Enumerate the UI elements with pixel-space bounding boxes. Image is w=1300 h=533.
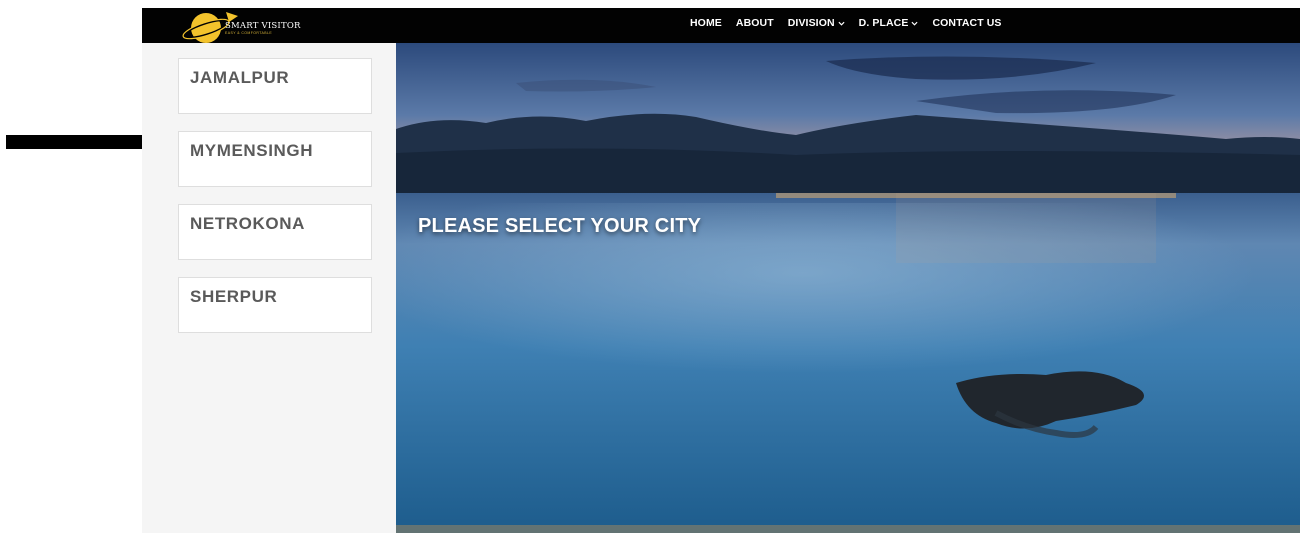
nav-home-label: HOME [690,17,722,29]
nav-d-place[interactable]: D. PLACE [859,17,919,29]
hero-title: PLEASE SELECT YOUR CITY [418,215,702,237]
logo-title: SMART VISITOR [225,21,301,31]
city-card-sherpur[interactable]: SHERPUR [178,277,372,333]
nav-contact-label: CONTACT US [932,17,1002,29]
city-list: JAMALPUR MYMENSINGH NETROKONA SHERPUR [178,58,374,350]
chevron-down-icon [838,21,845,26]
nav-about[interactable]: ABOUT [736,17,774,29]
city-card-mymensingh[interactable]: MYMENSINGH [178,131,372,187]
city-label: SHERPUR [190,287,278,306]
city-label: MYMENSINGH [190,141,314,160]
nav-contact-us[interactable]: CONTACT US [932,17,1001,29]
nav-d-place-label: D. PLACE [858,17,909,29]
nav-home[interactable]: HOME [690,17,722,29]
nav-division-label: DIVISION [787,17,835,29]
top-navbar: SMART VISITOR EASY & COMFORTABLE HOME AB… [142,8,1300,43]
nav-division[interactable]: DIVISION [788,17,845,29]
logo-tagline: EASY & COMFORTABLE [225,31,273,35]
lake-landscape-image [396,43,1300,533]
main-nav: HOME ABOUT DIVISION D. PLACE CONTACT US [690,8,1002,38]
website-frame: SMART VISITOR EASY & COMFORTABLE HOME AB… [142,8,1300,533]
city-label: NETROKONA [190,214,305,233]
hero-banner: PLEASE SELECT YOUR CITY [396,43,1300,533]
site-logo[interactable]: SMART VISITOR EASY & COMFORTABLE [182,10,300,43]
nav-about-label: ABOUT [735,17,774,29]
city-card-netrokona[interactable]: NETROKONA [178,204,372,260]
city-card-jamalpur[interactable]: JAMALPUR [178,58,372,114]
city-label: JAMALPUR [190,68,290,87]
chevron-down-icon [911,21,918,26]
